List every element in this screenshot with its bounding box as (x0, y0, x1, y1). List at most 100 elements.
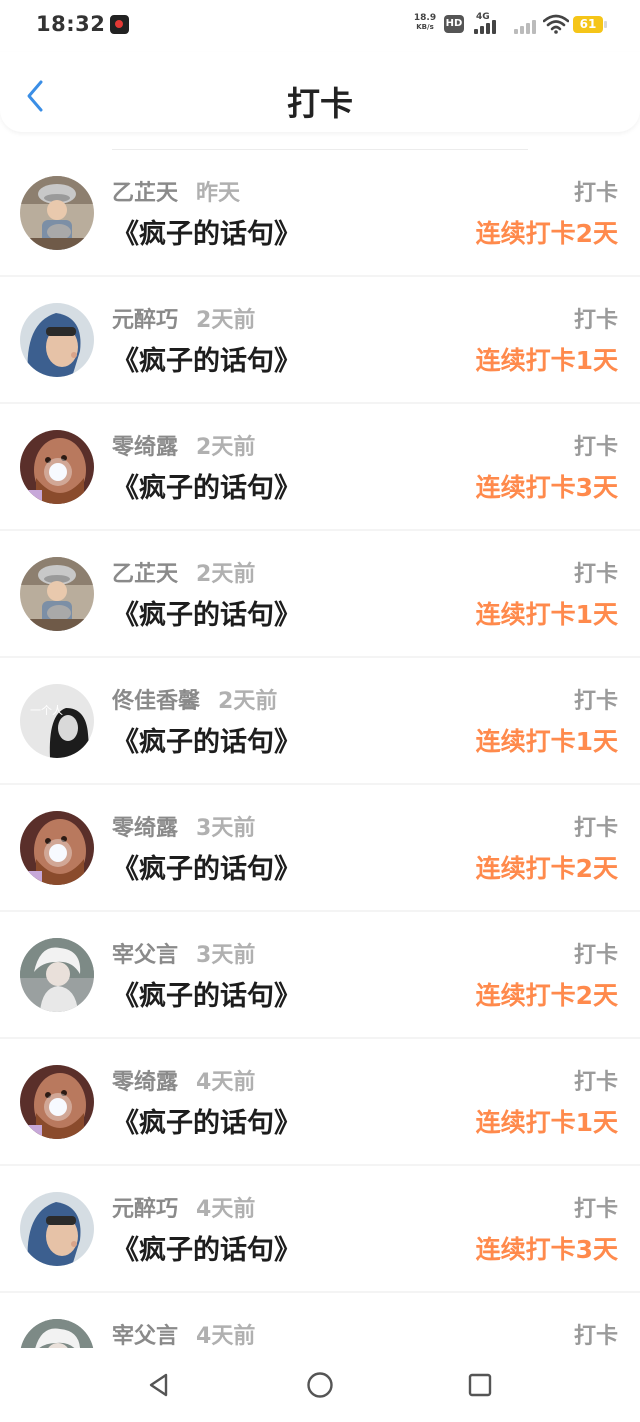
streak-badge: 连续打卡2天 (475, 854, 618, 883)
user-avatar[interactable] (20, 811, 94, 885)
book-title[interactable]: 《疯子的话句》 (112, 1228, 301, 1267)
checkin-action-label: 打卡 (573, 562, 618, 587)
streak-badge: 连续打卡3天 (475, 1235, 618, 1264)
checkin-time: 昨天 (196, 181, 241, 206)
user-line: 元醉巧 4天前 (112, 1191, 255, 1223)
net-speed-unit: KB/s (416, 23, 434, 31)
checkin-action-label: 打卡 (573, 308, 618, 333)
checkin-card[interactable]: 零绮露 4天前《疯子的话句》 打卡连续打卡1天 (0, 1039, 640, 1164)
checkin-list: 乙芷天 昨天 《疯子的话句》 打卡 连续打卡2天 元醉巧 2天前 《疯子的话句》 打卡 连续打卡1… (0, 150, 640, 1348)
checkin-card[interactable]: 元醉巧 4天前《疯子的话句》 打卡连续打卡3天 (0, 1166, 640, 1291)
book-title[interactable]: 《疯子的话句》 (112, 339, 301, 378)
user-avatar[interactable] (20, 1192, 94, 1266)
checkin-action-label: 打卡 (573, 816, 618, 841)
svg-text:一个人: 一个人 (30, 704, 63, 717)
checkin-time: 3天前 (196, 943, 256, 968)
header: 打卡 (0, 52, 640, 132)
battery-icon: 61 (573, 16, 607, 33)
streak-badge: 连续打卡2天 (475, 981, 618, 1010)
streak-badge: 连续打卡1天 (475, 727, 618, 756)
streak-badge: 连续打卡1天 (475, 346, 618, 375)
checkin-card[interactable]: 乙芷天 2天前《疯子的话句》 打卡连续打卡1天 (0, 531, 640, 656)
user-avatar[interactable] (20, 1065, 94, 1139)
checkin-action-label: 打卡 (573, 181, 618, 206)
book-title[interactable]: 《疯子的话句》 (112, 847, 301, 886)
user-line: 乙芷天 2天前 (112, 556, 255, 588)
checkin-time: 4天前 (196, 1197, 256, 1222)
checkin-time: 3天前 (196, 816, 256, 841)
user-avatar[interactable] (20, 1319, 94, 1348)
user-name[interactable]: 佟佳香馨 (112, 689, 200, 714)
user-name[interactable]: 乙芷天 (112, 181, 178, 206)
user-line: 元醉巧 2天前 (112, 302, 255, 334)
net-speed-value: 18.9 (413, 13, 437, 23)
book-title[interactable]: 《疯子的话句》 (112, 1101, 301, 1140)
user-name[interactable]: 零绮露 (112, 816, 178, 841)
streak-badge: 连续打卡3天 (475, 473, 618, 502)
screen-record-icon (110, 15, 129, 34)
checkin-time: 4天前 (196, 1324, 256, 1348)
user-name[interactable]: 元醉巧 (112, 1197, 178, 1222)
user-line: 零绮露 2天前 (112, 429, 255, 461)
checkin-action-label: 打卡 (573, 943, 618, 968)
user-avatar[interactable] (20, 557, 94, 631)
page-title: 打卡 (287, 84, 353, 123)
user-line: 零绮露 3天前 (112, 810, 255, 842)
user-name[interactable]: 乙芷天 (112, 562, 178, 587)
user-name[interactable]: 元醉巧 (112, 308, 178, 333)
signal-4g-icon: 4G (474, 12, 506, 36)
status-time: 18:32 (36, 12, 106, 36)
user-name[interactable]: 零绮露 (112, 435, 178, 460)
streak-badge: 连续打卡2天 (475, 219, 618, 248)
status-bar: 18:32 18.9 KB/s HD 4G 61 (0, 0, 640, 52)
system-nav-bar (0, 1348, 640, 1422)
user-line: 宰父言 3天前 (112, 937, 255, 969)
nav-recents-button[interactable] (463, 1368, 497, 1402)
user-line: 零绮露 4天前 (112, 1064, 255, 1096)
checkin-card[interactable]: 宰父言 3天前《疯子的话句》 打卡连续打卡2天 (0, 912, 640, 1037)
user-avatar[interactable] (20, 303, 94, 377)
user-line: 佟佳香馨 2天前 (112, 683, 277, 715)
book-title[interactable]: 《疯子的话句》 (112, 593, 301, 632)
checkin-time: 2天前 (196, 308, 256, 333)
user-avatar[interactable] (20, 938, 94, 1012)
book-title[interactable]: 《疯子的话句》 (112, 974, 301, 1013)
checkin-action-label: 打卡 (573, 435, 618, 460)
wifi-icon (542, 14, 570, 34)
home-circle-icon (307, 1372, 333, 1398)
hd-icon: HD (444, 15, 464, 33)
checkin-card[interactable]: 零绮露 3天前《疯子的话句》 打卡连续打卡2天 (0, 785, 640, 910)
book-title[interactable]: 《疯子的话句》 (112, 212, 301, 251)
checkin-time: 4天前 (196, 1070, 256, 1095)
checkin-card[interactable]: 宰父言 4天前 打卡 (0, 1293, 640, 1348)
checkin-time: 2天前 (218, 689, 278, 714)
streak-badge: 连续打卡1天 (475, 1108, 618, 1137)
user-name[interactable]: 宰父言 (112, 1324, 178, 1348)
checkin-action-label: 打卡 (573, 689, 618, 714)
book-title[interactable]: 《疯子的话句》 (112, 466, 301, 505)
checkin-action-label: 打卡 (573, 1197, 618, 1222)
checkin-card[interactable]: 零绮露 2天前《疯子的话句》 打卡连续打卡3天 (0, 404, 640, 529)
net-speed: 18.9 KB/s (410, 14, 440, 32)
back-triangle-icon (149, 1373, 168, 1397)
streak-badge: 连续打卡1天 (475, 600, 618, 629)
checkin-card[interactable]: 元醉巧 2天前《疯子的话句》 打卡连续打卡1天 (0, 277, 640, 402)
user-avatar[interactable] (20, 176, 94, 250)
nav-home-button[interactable] (303, 1368, 337, 1402)
checkin-card[interactable]: 乙芷天 昨天《疯子的话句》 打卡连续打卡2天 (0, 150, 640, 275)
user-avatar[interactable]: 一个人 (20, 684, 94, 758)
user-name[interactable]: 宰父言 (112, 943, 178, 968)
checkin-card[interactable]: 一个人 佟佳香馨 2天前《疯子的话句》 打卡连续打卡1天 (0, 658, 640, 783)
nav-back-button[interactable] (142, 1368, 176, 1402)
checkin-action-label: 打卡 (573, 1070, 618, 1095)
user-avatar[interactable] (20, 430, 94, 504)
book-title[interactable]: 《疯子的话句》 (112, 720, 301, 759)
recents-square-icon (468, 1373, 492, 1397)
user-line: 乙芷天 昨天 (112, 175, 240, 207)
checkin-action-label: 打卡 (573, 1324, 618, 1348)
checkin-time: 2天前 (196, 435, 256, 460)
signal-icon (514, 12, 540, 36)
user-name[interactable]: 零绮露 (112, 1070, 178, 1095)
checkin-feed[interactable]: 乙芷天 昨天 《疯子的话句》 打卡 连续打卡2天 元醉巧 2天前 《疯子的话句》 打卡 连续打卡1… (0, 132, 640, 1348)
checkin-time: 2天前 (196, 562, 256, 587)
